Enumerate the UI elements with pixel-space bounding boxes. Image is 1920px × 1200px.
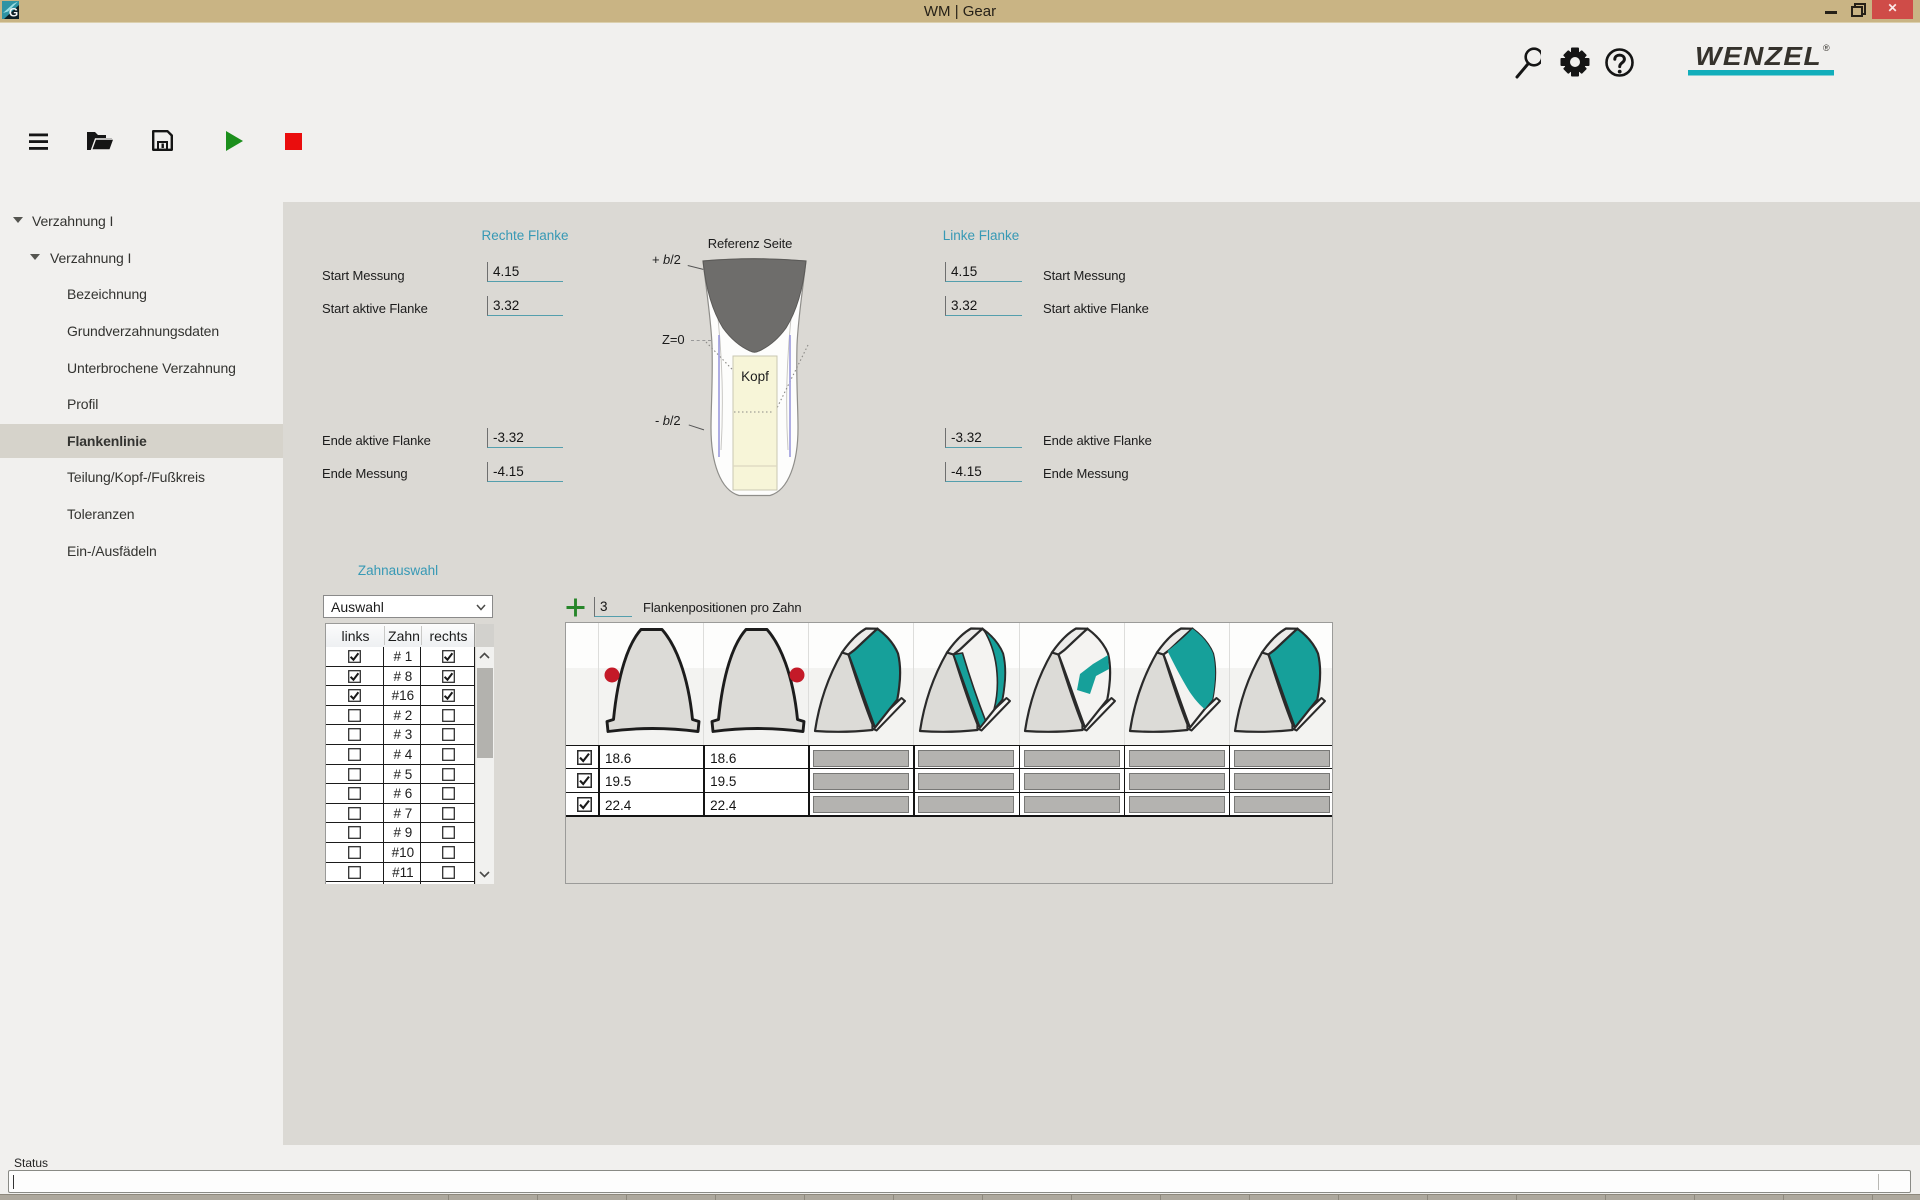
svg-text:Kopf: Kopf <box>741 369 769 384</box>
svg-text:®: ® <box>1823 43 1830 53</box>
svg-text:G: G <box>9 6 18 20</box>
svg-text:WENZEL: WENZEL <box>1695 42 1822 71</box>
